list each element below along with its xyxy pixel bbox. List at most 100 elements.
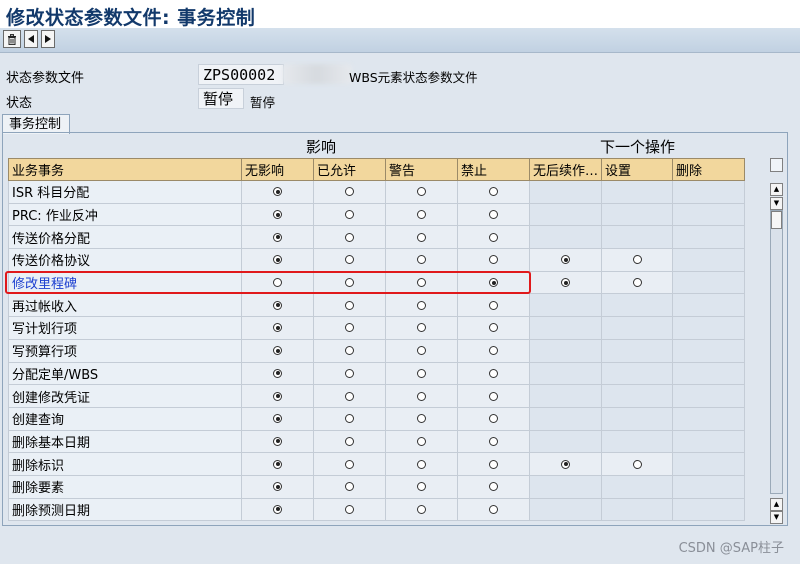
transaction-name: PRC: 作业反冲 (8, 202, 242, 227)
radio-button[interactable] (273, 232, 282, 242)
radio-button[interactable] (417, 459, 426, 469)
column-header-transaction[interactable]: 业务事务 (8, 158, 242, 181)
influence-cell (313, 497, 386, 522)
column-header-forbidden[interactable]: 禁止 (457, 158, 530, 181)
radio-button[interactable] (417, 255, 426, 265)
radio-button[interactable] (417, 346, 426, 356)
radio-button[interactable] (417, 504, 426, 514)
column-header-set[interactable]: 设置 (601, 158, 673, 181)
radio-button[interactable] (489, 210, 498, 220)
radio-button[interactable] (345, 504, 354, 514)
next-action-cell (601, 202, 673, 227)
vertical-scrollbar[interactable]: ▲ ▼ ▲ ▼ (770, 158, 784, 524)
radio-button[interactable] (417, 436, 426, 446)
radio-button[interactable] (489, 414, 498, 424)
scroll-down-icon[interactable]: ▼ (770, 511, 783, 524)
radio-button[interactable] (561, 278, 570, 288)
radio-button[interactable] (489, 323, 498, 333)
section-tab-transaction-control[interactable]: 事务控制 (2, 114, 71, 134)
radio-button[interactable] (345, 368, 354, 378)
radio-button[interactable] (273, 368, 282, 378)
column-header-allowed[interactable]: 已允许 (313, 158, 386, 181)
influence-cell (457, 497, 530, 522)
radio-button[interactable] (489, 504, 498, 514)
column-header-warning[interactable]: 警告 (385, 158, 458, 181)
column-header-no-followup[interactable]: 无后续作… (529, 158, 602, 181)
transaction-name: 写计划行项 (8, 316, 242, 340)
radio-button[interactable] (417, 391, 426, 401)
profile-field[interactable]: ZPS00002 (198, 64, 284, 85)
radio-button[interactable] (345, 255, 354, 265)
radio-button[interactable] (345, 346, 354, 356)
radio-button[interactable] (632, 459, 642, 469)
radio-button[interactable] (345, 300, 354, 310)
radio-button[interactable] (345, 414, 354, 424)
influence-cell (241, 293, 314, 318)
status-label: 状态 (6, 96, 33, 111)
influence-cell (385, 202, 458, 227)
radio-button[interactable] (489, 187, 498, 197)
radio-button[interactable] (489, 255, 498, 265)
radio-button[interactable] (489, 459, 498, 469)
radio-button[interactable] (489, 482, 498, 492)
radio-button[interactable] (489, 300, 498, 310)
table-settings-icon[interactable] (770, 158, 783, 172)
radio-button[interactable] (273, 436, 282, 446)
radio-button[interactable] (345, 459, 354, 469)
radio-button[interactable] (273, 210, 282, 220)
radio-button[interactable] (489, 391, 498, 401)
radio-button[interactable] (417, 368, 426, 378)
radio-button[interactable] (345, 482, 354, 492)
arrow-left-icon[interactable] (24, 30, 38, 48)
radio-button[interactable] (345, 436, 354, 446)
radio-button[interactable] (273, 391, 282, 401)
radio-button[interactable] (632, 278, 642, 288)
radio-button[interactable] (489, 346, 498, 356)
radio-button[interactable] (417, 300, 426, 310)
radio-button[interactable] (561, 459, 570, 469)
trash-icon[interactable] (3, 30, 21, 48)
radio-button[interactable] (417, 232, 426, 242)
radio-button[interactable] (489, 436, 498, 446)
radio-button[interactable] (273, 482, 282, 492)
scroll-thumb[interactable] (771, 211, 782, 229)
radio-button[interactable] (273, 300, 282, 310)
radio-button[interactable] (417, 210, 426, 220)
next-action-cell (601, 429, 673, 454)
scroll-down-step-icon[interactable]: ▲ (770, 498, 783, 511)
radio-button[interactable] (489, 232, 498, 242)
column-header-delete[interactable]: 删除 (672, 158, 745, 181)
scroll-track[interactable] (770, 210, 783, 494)
radio-button[interactable] (345, 210, 354, 220)
radio-button[interactable] (561, 255, 570, 265)
radio-button[interactable] (417, 414, 426, 424)
radio-button[interactable] (632, 255, 642, 265)
radio-button[interactable] (417, 187, 426, 197)
radio-button[interactable] (273, 187, 282, 197)
radio-button[interactable] (273, 414, 282, 424)
radio-button[interactable] (417, 323, 426, 333)
radio-button[interactable] (489, 368, 498, 378)
radio-button[interactable] (273, 255, 282, 265)
radio-button[interactable] (273, 459, 282, 469)
radio-button[interactable] (273, 504, 282, 514)
table-row: PRC: 作业反冲 (8, 202, 745, 227)
influence-cell (385, 316, 458, 340)
status-field[interactable]: 暂停 (198, 88, 244, 109)
column-header-no-influence[interactable]: 无影响 (241, 158, 314, 181)
influence-cell (313, 180, 386, 204)
radio-button[interactable] (345, 391, 354, 401)
influence-cell (313, 248, 386, 272)
radio-button[interactable] (273, 346, 282, 356)
radio-button[interactable] (345, 323, 354, 333)
radio-button[interactable] (273, 323, 282, 333)
next-action-cell (672, 180, 745, 204)
arrow-right-icon[interactable] (41, 30, 55, 48)
scroll-up-step-icon[interactable]: ▼ (770, 197, 783, 210)
radio-button[interactable] (345, 187, 354, 197)
radio-button[interactable] (345, 232, 354, 242)
radio-button[interactable] (417, 482, 426, 492)
table-row: 删除预测日期 (8, 497, 745, 522)
scroll-up-icon[interactable]: ▲ (770, 183, 783, 196)
transaction-name: 删除预测日期 (8, 497, 242, 522)
